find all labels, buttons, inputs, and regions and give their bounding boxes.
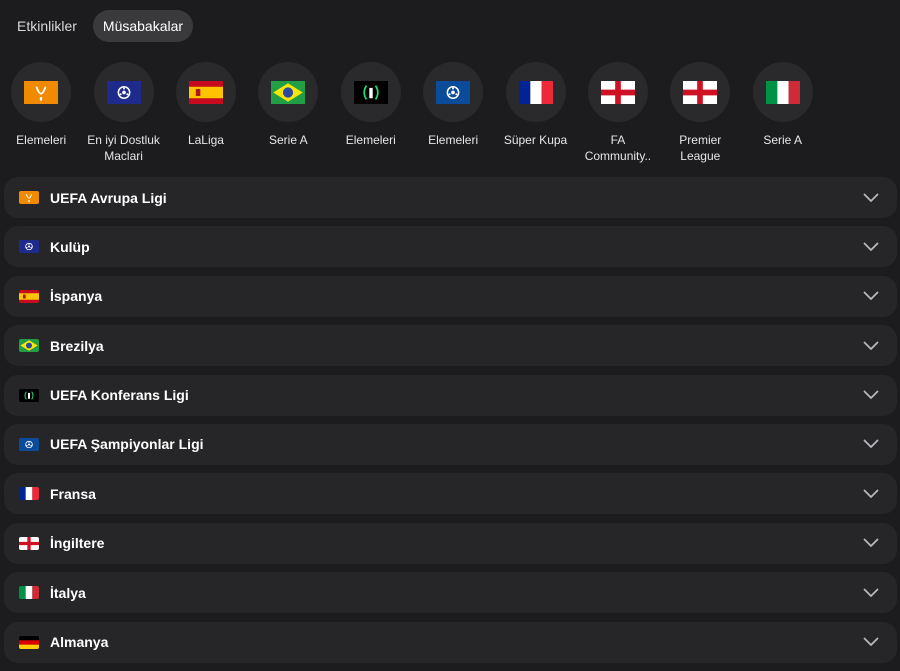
competition-label: Premier League xyxy=(679,133,722,163)
germany-flag-icon xyxy=(19,635,39,649)
england-flag-icon xyxy=(600,80,635,104)
category-label: Almanya xyxy=(50,634,109,651)
france-flag-icon xyxy=(518,80,553,104)
chevron-down-icon[interactable] xyxy=(863,585,879,601)
competition-label: Serie A xyxy=(763,133,803,147)
category-label: Fransa xyxy=(50,485,96,502)
competition-logo xyxy=(93,62,154,122)
club-friendly-logo-icon xyxy=(19,240,39,254)
chevron-down-icon[interactable] xyxy=(863,535,879,551)
chevron-down-icon[interactable] xyxy=(863,190,879,206)
competition-label: Süper Kupa xyxy=(503,133,568,147)
competition-label: FA Community.. xyxy=(584,133,652,163)
competition-shortcut[interactable]: LaLiga xyxy=(165,62,247,172)
category-row[interactable]: UEFA Şampiyonlar Ligi xyxy=(4,423,897,465)
category-label: Brezilya xyxy=(50,337,104,354)
england-flag-icon xyxy=(683,80,718,104)
brazil-flag-icon xyxy=(19,339,39,353)
category-row[interactable]: UEFA Avrupa Ligi xyxy=(4,177,897,218)
competition-logo xyxy=(258,62,319,122)
europa-league-logo-icon xyxy=(19,191,39,204)
category-label: İngiltere xyxy=(50,535,105,552)
england-flag-icon xyxy=(19,536,39,550)
competition-shortcut[interactable]: Serie A xyxy=(247,62,329,172)
competition-label: Serie A xyxy=(269,133,308,147)
conference-league-logo-icon xyxy=(353,80,388,104)
competition-logo xyxy=(11,62,72,122)
competition-logo xyxy=(670,62,731,122)
club-friendly-logo-icon xyxy=(106,80,141,104)
europa-league-logo-icon xyxy=(24,80,59,104)
competition-logo xyxy=(752,62,813,122)
category-label: UEFA Şampiyonlar Ligi xyxy=(50,436,204,453)
competition-shortcuts: Elemeleri En iyi Dostluk Maclari LaLiga Ser… xyxy=(0,62,900,172)
competition-label: Elemeleri xyxy=(16,133,67,147)
spain-flag-icon xyxy=(188,80,223,104)
tab-bar: Etkinlikler Müsabakalar xyxy=(0,0,900,52)
competition-shortcut[interactable]: Elemeleri xyxy=(412,62,494,172)
category-row[interactable]: İtalya xyxy=(4,572,897,614)
competition-label: Elemeleri xyxy=(345,133,396,147)
competition-logo xyxy=(587,62,648,122)
category-label: UEFA Konferans Ligi xyxy=(50,387,189,404)
competition-logo xyxy=(505,62,566,122)
category-row[interactable]: Kulüp xyxy=(4,226,897,268)
competition-shortcut[interactable]: FA Community.. xyxy=(577,62,659,172)
chevron-down-icon[interactable] xyxy=(863,239,879,255)
champions-league-logo-icon xyxy=(19,437,39,451)
italy-flag-icon xyxy=(19,586,39,600)
competition-label: En iyi Dostluk Maclari xyxy=(87,133,160,163)
category-row[interactable]: Almanya xyxy=(4,621,897,663)
chevron-down-icon[interactable] xyxy=(863,486,879,502)
italy-flag-icon xyxy=(765,80,800,104)
competition-shortcut[interactable]: Serie A xyxy=(742,62,824,172)
competition-logo xyxy=(175,62,236,122)
competition-shortcut[interactable]: Elemeleri xyxy=(0,62,82,172)
competition-shortcut[interactable]: Premier League xyxy=(659,62,741,172)
tab-events[interactable]: Etkinlikler xyxy=(7,10,87,42)
category-row[interactable]: Brezilya xyxy=(4,325,897,367)
chevron-down-icon[interactable] xyxy=(863,288,879,304)
competition-label: LaLiga xyxy=(187,133,224,147)
chevron-down-icon[interactable] xyxy=(863,387,879,403)
category-label: İspanya xyxy=(50,288,103,305)
category-label: Kulüp xyxy=(50,238,90,255)
conference-league-logo-icon xyxy=(19,388,39,402)
chevron-down-icon[interactable] xyxy=(863,634,879,650)
competition-shortcut[interactable]: Elemeleri xyxy=(330,62,412,172)
category-row[interactable]: Fransa xyxy=(4,473,897,515)
category-label: İtalya xyxy=(50,584,86,601)
competition-shortcut[interactable]: En iyi Dostluk Maclari xyxy=(82,62,164,172)
france-flag-icon xyxy=(19,487,39,501)
competition-logo xyxy=(340,62,401,122)
chevron-down-icon[interactable] xyxy=(863,436,879,452)
champions-league-logo-icon xyxy=(436,80,471,104)
category-row[interactable]: İspanya xyxy=(4,275,897,317)
tab-competitions[interactable]: Müsabakalar xyxy=(92,10,194,42)
competition-shortcut[interactable]: Süper Kupa xyxy=(494,62,576,172)
spain-flag-icon xyxy=(19,289,39,303)
category-list: UEFA Avrupa Ligi Kulüp İspanya Brezilya UEFA… xyxy=(4,177,897,671)
category-row[interactable]: İngiltere xyxy=(4,522,897,564)
brazil-flag-icon xyxy=(271,80,306,104)
chevron-down-icon[interactable] xyxy=(863,338,879,354)
category-label: UEFA Avrupa Ligi xyxy=(50,189,167,206)
competition-label: Elemeleri xyxy=(428,133,479,147)
category-row[interactable]: UEFA Konferans Ligi xyxy=(4,374,897,416)
competition-logo xyxy=(423,62,484,122)
